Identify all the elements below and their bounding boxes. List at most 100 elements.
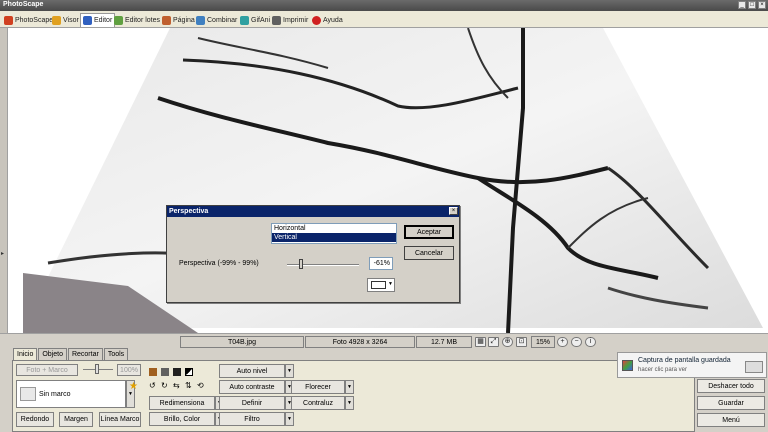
- tab-editor[interactable]: Editor: [80, 13, 116, 27]
- auto-nivel-button[interactable]: Auto nivel: [219, 364, 285, 378]
- main-tabs: PhotoScape Visor Editor Editor lotes Pág…: [0, 11, 768, 28]
- undo-all-button[interactable]: Deshacer todo: [697, 379, 765, 393]
- auto-contraste-button[interactable]: Auto contraste: [219, 380, 285, 394]
- info-icon[interactable]: i: [585, 337, 596, 347]
- status-bar: T04B.jpg Foto 4928 x 3264 12.7 MB ▦ ⤢ ⊕ …: [0, 333, 768, 348]
- close-icon[interactable]: ×: [758, 1, 766, 9]
- perspective-mode-list[interactable]: Horizontal Vertical: [271, 223, 397, 244]
- editor-icon: [83, 16, 92, 25]
- frame-thumbnail: [20, 387, 36, 401]
- flip-horizontal-icon[interactable]: ⇆: [173, 381, 180, 390]
- flip-vertical-icon[interactable]: ⇅: [185, 381, 192, 390]
- accept-button[interactable]: Aceptar: [404, 225, 454, 239]
- toast-title: Captura de pantalla guardada: [638, 357, 731, 364]
- background-color-picker[interactable]: ▼: [367, 278, 395, 292]
- frame-zoom-value: 100%: [117, 364, 141, 376]
- perspective-slider[interactable]: [287, 264, 359, 266]
- zoom-actual-icon[interactable]: ⊡: [516, 337, 527, 347]
- tab-label: Ayuda: [323, 16, 343, 24]
- minimize-icon[interactable]: _: [738, 1, 746, 9]
- save-button[interactable]: Guardar: [697, 396, 765, 410]
- gray-tone-icon[interactable]: [161, 368, 169, 376]
- zoom-in-icon[interactable]: +: [557, 337, 568, 347]
- subtab-inicio[interactable]: Inicio: [13, 348, 38, 360]
- subtab-tools[interactable]: Tools: [103, 348, 129, 360]
- perspective-dialog: Perspectiva × Horizontal Vertical Acepta…: [166, 205, 460, 303]
- option-horizontal[interactable]: Horizontal: [272, 224, 396, 233]
- perspective-value-field[interactable]: -61%: [369, 257, 393, 270]
- tab-imprimir[interactable]: Imprimir: [270, 13, 310, 27]
- black-tone-icon[interactable]: [173, 368, 181, 376]
- screenshot-thumbnail: [745, 361, 763, 373]
- batch-editor-icon: [114, 15, 123, 25]
- inicio-panel: Foto + Marco 100% Sin marco ▼ ★ Redondo …: [12, 360, 695, 432]
- margen-button[interactable]: Margen: [59, 412, 93, 427]
- gif-icon: [240, 15, 249, 25]
- florecer-button[interactable]: Florecer: [291, 380, 345, 394]
- tab-label: Página: [173, 16, 195, 24]
- tab-label: PhotoScape: [15, 16, 54, 24]
- page-icon: [162, 15, 171, 25]
- tab-ayuda[interactable]: Ayuda: [310, 13, 345, 27]
- tab-label: GifAni: [251, 16, 271, 24]
- rotate-left-icon[interactable]: ↺: [149, 381, 156, 390]
- chevron-right-icon: ▸: [1, 251, 5, 257]
- perspective-slider-thumb[interactable]: [299, 259, 304, 269]
- printer-icon: [272, 15, 281, 25]
- cancel-button[interactable]: Cancelar: [404, 246, 454, 260]
- fit-screen-icon[interactable]: ⤢: [488, 337, 499, 347]
- status-memory: 12.7 MB: [416, 336, 472, 348]
- side-panel-toggle[interactable]: ▸: [0, 28, 8, 348]
- menu-button[interactable]: Menú: [697, 413, 765, 427]
- subtab-recortar[interactable]: Recortar: [67, 348, 103, 360]
- redimensiona-button[interactable]: Redimensiona: [149, 396, 215, 410]
- redondo-button[interactable]: Redondo: [16, 412, 54, 427]
- option-vertical[interactable]: Vertical: [272, 233, 396, 242]
- zoom-out-icon[interactable]: −: [571, 337, 582, 347]
- checker-icon[interactable]: ▦: [475, 337, 486, 347]
- dialog-close-icon[interactable]: ×: [449, 207, 458, 215]
- editor-subtabs: Inicio Objeto Recortar Tools: [13, 348, 129, 360]
- invert-tone-icon[interactable]: [185, 368, 193, 376]
- florecer-dropdown[interactable]: ▼: [345, 380, 354, 394]
- maximize-icon[interactable]: □: [748, 1, 756, 9]
- definir-button[interactable]: Definir: [219, 396, 285, 410]
- contraluz-dropdown[interactable]: ▼: [345, 396, 354, 410]
- filtro-button[interactable]: Filtro: [219, 412, 285, 426]
- chevron-down-icon: ▼: [388, 281, 393, 287]
- tab-combinar[interactable]: Combinar: [194, 13, 239, 27]
- tab-pagina[interactable]: Página: [160, 13, 197, 27]
- frame-size-thumb[interactable]: [95, 364, 99, 374]
- color-swatch: [371, 281, 386, 289]
- help-icon: [312, 15, 321, 25]
- title-bar: PhotoScape _ □ ×: [0, 0, 768, 11]
- zoom-fit-icon[interactable]: ⊕: [502, 337, 513, 347]
- perspective-slider-label: Perspectiva (-99% - 99%): [179, 260, 259, 267]
- rotate-right-icon[interactable]: ↻: [161, 381, 168, 390]
- contraluz-button[interactable]: Contraluz: [291, 396, 345, 410]
- rotate-free-icon[interactable]: ⟲: [197, 381, 204, 390]
- frame-select[interactable]: Sin marco: [16, 380, 126, 408]
- screenshot-icon: [622, 360, 633, 371]
- tab-visor[interactable]: Visor: [50, 13, 81, 27]
- window-title: PhotoScape: [3, 1, 44, 8]
- tab-label: Editor lotes: [125, 16, 161, 24]
- status-dimensions: Foto 4928 x 3264: [305, 336, 415, 348]
- tab-label: Combinar: [207, 16, 238, 24]
- tab-editor-lotes[interactable]: Editor lotes: [112, 13, 162, 27]
- photo-frame-button[interactable]: Foto + Marco: [16, 364, 78, 376]
- tab-label: Visor: [63, 16, 79, 24]
- subtab-objeto[interactable]: Objeto: [38, 348, 67, 360]
- tab-label: Editor: [94, 17, 113, 24]
- linea-marco-button[interactable]: Línea Marco: [99, 412, 141, 427]
- star-icon[interactable]: ★: [129, 381, 138, 392]
- brillo-color-button[interactable]: Brillo, Color: [149, 412, 215, 426]
- combine-icon: [196, 15, 205, 25]
- bronze-tone-icon[interactable]: [149, 368, 157, 376]
- status-filename: T04B.jpg: [180, 336, 304, 348]
- screenshot-saved-notification[interactable]: Captura de pantalla guardada hacer clic …: [617, 352, 767, 378]
- auto-nivel-dropdown[interactable]: ▼: [285, 364, 294, 378]
- tab-gifani[interactable]: GifAni: [238, 13, 272, 27]
- tab-photoscape[interactable]: PhotoScape: [2, 13, 55, 27]
- filtro-dropdown[interactable]: ▼: [285, 412, 294, 426]
